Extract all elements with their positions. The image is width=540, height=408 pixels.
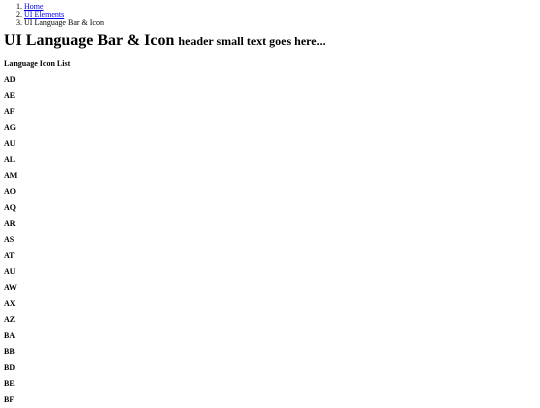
breadcrumb: Home UI Elements UI Language Bar & Icon — [4, 3, 536, 27]
page-title-text: UI Language Bar & Icon — [4, 32, 175, 49]
language-item: AD — [4, 75, 16, 84]
language-item: BD — [4, 363, 16, 372]
language-item: AQ — [4, 203, 16, 212]
language-item: AX — [4, 299, 16, 308]
language-item: BE — [4, 379, 15, 388]
breadcrumb-item-home: Home — [24, 3, 536, 11]
language-item: AZ — [4, 315, 16, 324]
language-item: AT — [4, 251, 15, 260]
page-title: UI Language Bar & Icon header small text… — [4, 32, 536, 50]
language-item: AG — [4, 123, 16, 132]
breadcrumb-item-current: UI Language Bar & Icon — [24, 19, 536, 27]
language-item: AO — [4, 187, 16, 196]
language-icon-list: AD AE AF AG AU AL AM AO AQ AR AS AT AU AW AX AZ BA BB BD BE… — [4, 76, 536, 404]
language-item: AU — [4, 267, 16, 276]
language-item: BA — [4, 331, 16, 340]
language-item: AW — [4, 283, 17, 292]
page-subtitle: header small text goes here... — [178, 34, 326, 48]
section-title: Language Icon List — [4, 59, 71, 68]
language-item: AR — [4, 219, 16, 228]
language-item: AS — [4, 235, 15, 244]
language-item: AL — [4, 155, 16, 164]
language-item: AU — [4, 139, 16, 148]
language-item: AM — [4, 171, 18, 180]
language-item: AE — [4, 91, 16, 100]
language-item: BF — [4, 395, 15, 404]
page: Home UI Elements UI Language Bar & Icon … — [0, 3, 540, 404]
language-item: AF — [4, 107, 15, 116]
language-item: BB — [4, 347, 15, 356]
